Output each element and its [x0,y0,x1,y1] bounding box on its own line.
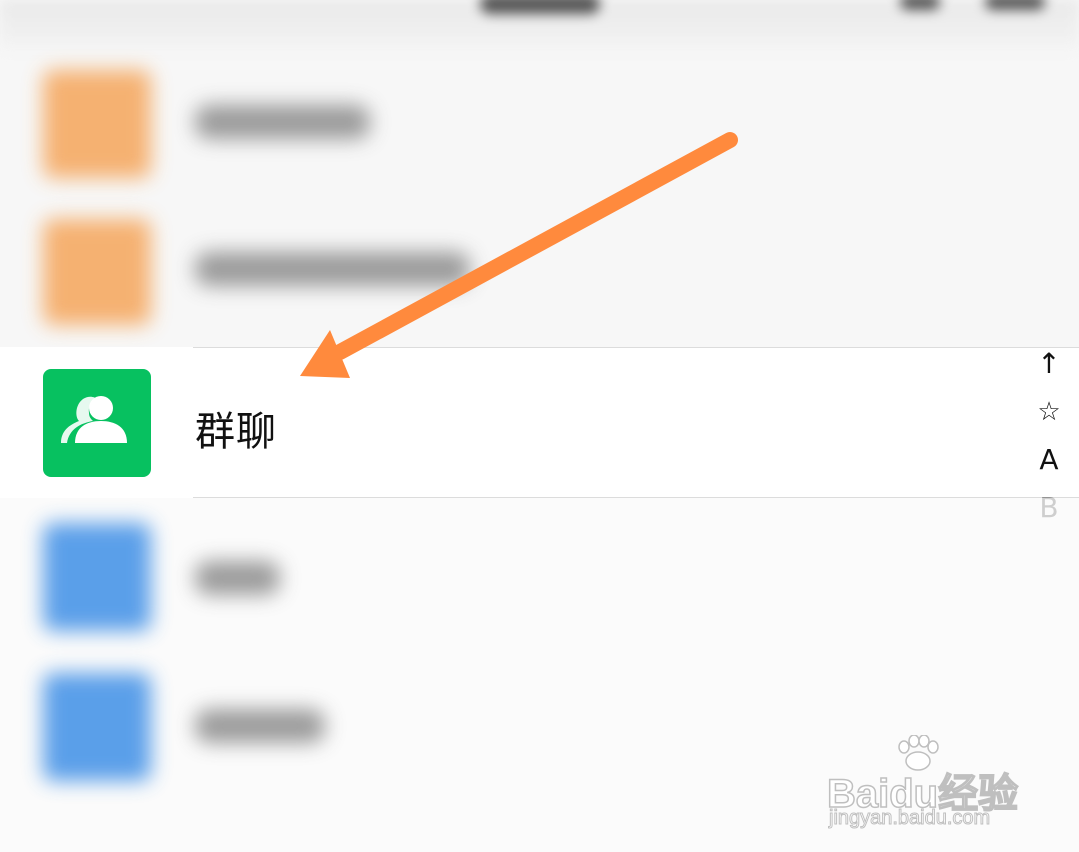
baidu-url: jingyan.baidu.com [828,807,991,830]
annotation-arrow [300,132,738,378]
baidu-watermark: Baidu经验 jingyan.baidu.com [825,735,1025,835]
